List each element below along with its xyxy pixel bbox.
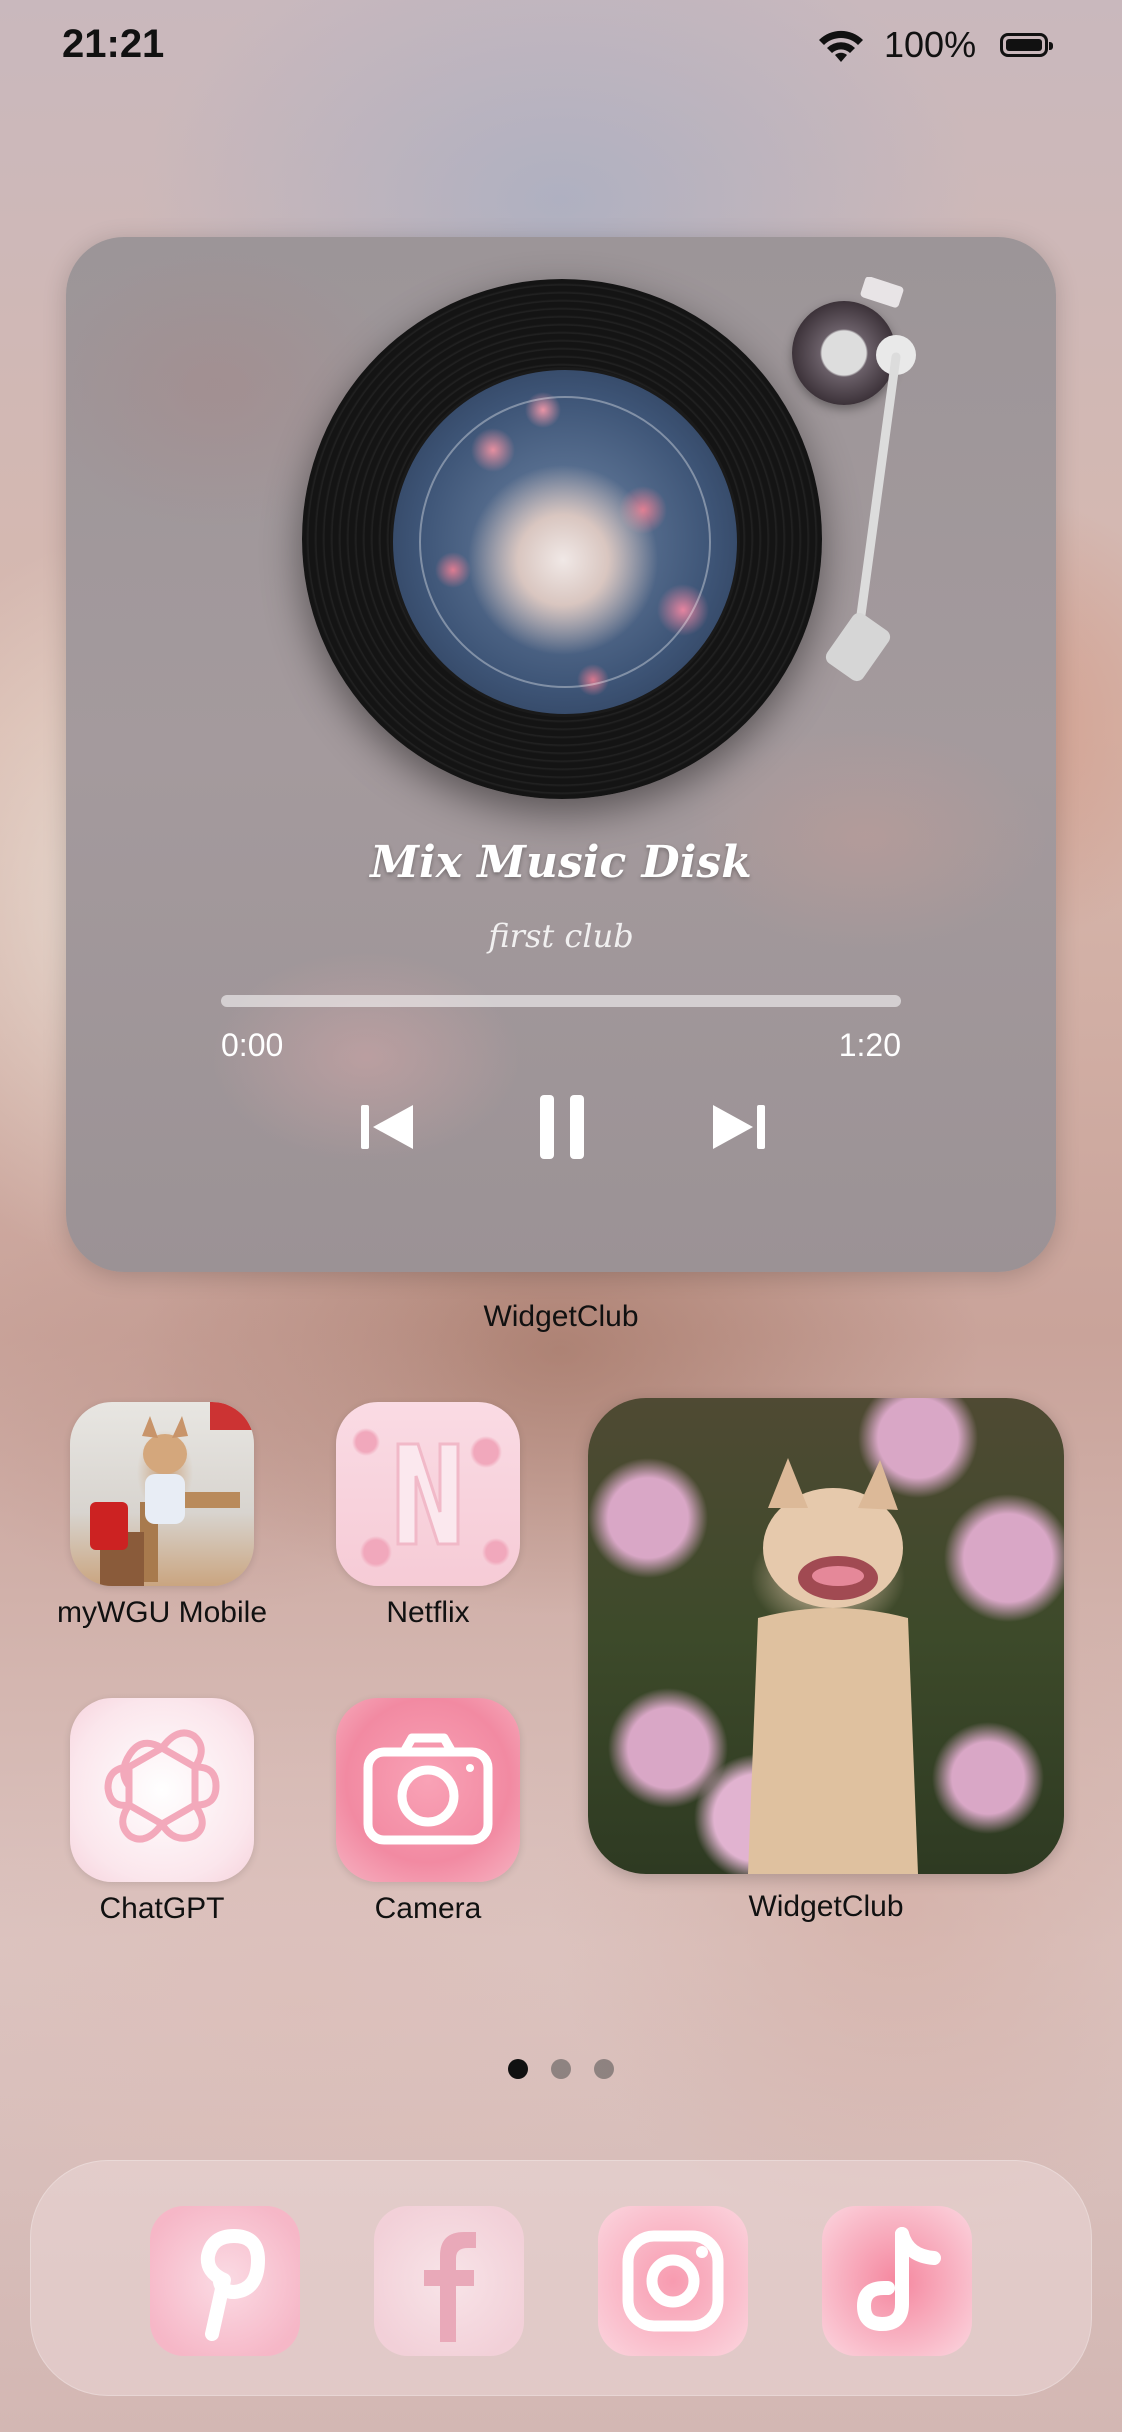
status-bar: 21:21 100% bbox=[0, 0, 1122, 100]
photo-widget[interactable] bbox=[588, 1398, 1064, 1874]
chihuahua-desk-photo-icon bbox=[90, 1402, 254, 1586]
instagram-icon bbox=[622, 2230, 724, 2332]
camera-icon bbox=[363, 1733, 493, 1845]
page-dot-1[interactable] bbox=[508, 2059, 528, 2079]
dock-app-pinterest[interactable] bbox=[150, 2206, 300, 2356]
dock-app-tiktok[interactable] bbox=[822, 2206, 972, 2356]
tiktok-icon bbox=[856, 2227, 941, 2332]
wifi-icon bbox=[819, 30, 863, 62]
pause-icon bbox=[540, 1095, 584, 1159]
previous-track-button[interactable] bbox=[349, 1087, 429, 1167]
song-artist: first club bbox=[488, 917, 634, 955]
chihuahua-flowers-photo bbox=[748, 1458, 918, 1874]
app-label-mywgu: myWGU Mobile bbox=[56, 1596, 267, 1629]
app-label-chatgpt: ChatGPT bbox=[99, 1892, 225, 1925]
page-dot-2[interactable] bbox=[551, 2059, 571, 2079]
app-mywgu-mobile[interactable] bbox=[70, 1402, 254, 1586]
app-netflix[interactable] bbox=[336, 1402, 520, 1586]
skip-forward-icon bbox=[713, 1105, 765, 1149]
music-widget-label: WidgetClub bbox=[483, 1300, 639, 1333]
page-dot-3[interactable] bbox=[594, 2059, 614, 2079]
pinterest-icon bbox=[200, 2229, 265, 2341]
facebook-icon bbox=[424, 2232, 476, 2342]
music-player-widget[interactable]: Mix Music Disk first club 0:00 1:20 bbox=[66, 237, 1056, 1272]
battery-icon bbox=[1000, 33, 1053, 57]
app-label-netflix: Netflix bbox=[386, 1596, 470, 1629]
skip-back-icon bbox=[361, 1105, 413, 1149]
tonearm bbox=[825, 277, 916, 682]
next-track-button[interactable] bbox=[697, 1087, 777, 1167]
photo-widget-label: WidgetClub bbox=[748, 1890, 904, 1923]
elapsed-time: 0:00 bbox=[221, 1027, 284, 1063]
clock: 21:21 bbox=[62, 22, 165, 66]
battery-percent: 100% bbox=[884, 24, 977, 65]
app-camera[interactable] bbox=[336, 1698, 520, 1882]
app-chatgpt[interactable] bbox=[70, 1698, 254, 1882]
app-label-camera: Camera bbox=[374, 1892, 482, 1925]
total-time: 1:20 bbox=[838, 1027, 901, 1063]
progress-bar[interactable] bbox=[221, 995, 901, 1007]
dock-app-instagram[interactable] bbox=[598, 2206, 748, 2356]
song-title: Mix Music Disk bbox=[370, 837, 752, 888]
netflix-n-icon bbox=[396, 1442, 460, 1546]
pause-button[interactable] bbox=[522, 1087, 602, 1167]
dock-app-facebook[interactable] bbox=[374, 2206, 524, 2356]
openai-logo-icon bbox=[104, 1729, 220, 1843]
